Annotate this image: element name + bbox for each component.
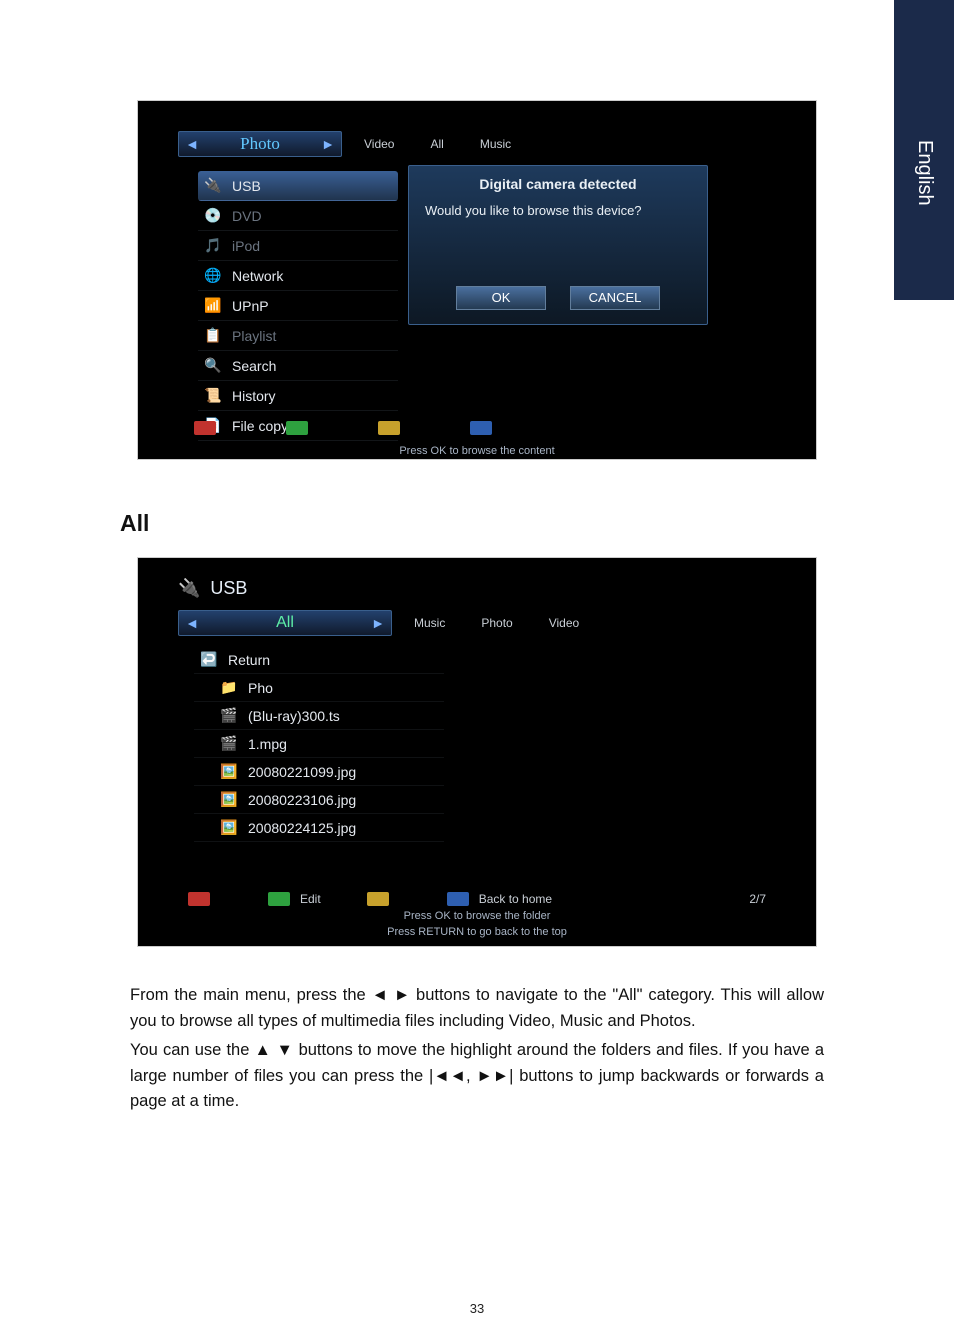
section-heading-all: All [120,510,824,537]
list-item-image[interactable]: 🖼️ 20080221099.jpg [194,758,444,786]
language-tab-label: English [913,140,936,206]
blue-key-icon [447,892,469,906]
history-icon: 📜 [204,387,222,405]
arrow-right-icon[interactable]: ► [315,136,341,152]
selector-option: Photo [467,616,526,630]
yellow-key-icon [367,892,389,906]
return-icon: ↩️ [200,651,218,669]
source-item-history[interactable]: 📜 History [198,381,398,411]
source-item-ipod[interactable]: 🎵 iPod [198,231,398,261]
list-item-image[interactable]: 🖼️ 20080224125.jpg [194,814,444,842]
arrow-left-icon[interactable]: ◄ [179,615,205,631]
breadcrumb: 🔌 USB [178,578,247,599]
red-key-icon [194,421,216,435]
list-item-folder[interactable]: 📁 Pho [194,674,444,702]
hint-text: Press OK to browse the content [138,445,816,457]
screenshot-all-browser: 🔌 USB ◄ All ► Music Photo Video ↩️ Return… [137,557,817,947]
file-list: ↩️ Return 📁 Pho 🎬 (Blu-ray)300.ts 🎬 1.mpg 🖼️… [194,646,444,842]
detection-dialog: Digital camera detected Would you like t… [408,165,708,325]
selector-label: Photo [205,134,315,154]
arrow-left-icon[interactable]: ◄ [179,136,205,152]
list-item-video[interactable]: 🎬 1.mpg [194,730,444,758]
file-label: Pho [248,680,273,696]
paragraph: You can use the ▲ ▼ buttons to move the … [130,1038,824,1115]
source-item-usb[interactable]: 🔌 USB [198,171,398,201]
page-number: 33 [0,1301,954,1316]
source-label: UPnP [232,298,269,314]
search-icon: 🔍 [204,357,222,375]
source-label: DVD [232,208,262,224]
usb-icon: 🔌 [204,177,222,195]
list-item-return[interactable]: ↩️ Return [194,646,444,674]
folder-icon: 📁 [220,679,238,697]
file-label: 20080221099.jpg [248,764,356,780]
ipod-icon: 🎵 [204,237,222,255]
source-item-network[interactable]: 🌐 Network [198,261,398,291]
color-key-row [194,421,492,435]
green-key-label: Edit [300,892,321,906]
paragraph: From the main menu, press the ◄ ► button… [130,983,824,1034]
cancel-button[interactable]: CANCEL [570,286,660,310]
category-selector: ◄ Photo ► Video All Music [178,131,525,157]
selector-option: Video [350,137,408,151]
file-label: 1.mpg [248,736,287,752]
source-label: Search [232,358,276,374]
list-item-video[interactable]: 🎬 (Blu-ray)300.ts [194,702,444,730]
file-label: 20080224125.jpg [248,820,356,836]
selector-option: Music [466,137,525,151]
red-key-icon [188,892,210,906]
hint-text: Press OK to browse the folder Press RETU… [138,909,816,940]
source-label: Network [232,268,283,284]
source-item-upnp[interactable]: 📶 UPnP [198,291,398,321]
source-item-dvd[interactable]: 💿 DVD [198,201,398,231]
source-item-search[interactable]: 🔍 Search [198,351,398,381]
upnp-icon: 📶 [204,297,222,315]
dialog-title: Digital camera detected [425,176,691,192]
screenshot-photo-dialog: ◄ Photo ► Video All Music 🔌 USB 💿 DVD 🎵 iPo… [137,100,817,460]
source-label: USB [232,178,261,194]
video-icon: 🎬 [220,735,238,753]
file-label: (Blu-ray)300.ts [248,708,340,724]
selector-box[interactable]: ◄ All ► [178,610,392,636]
source-label: History [232,388,276,404]
file-label: Return [228,652,270,668]
footer-key-row: Edit Back to home 2/7 [188,892,766,906]
dialog-message: Would you like to browse this device? [425,202,691,220]
image-icon: 🖼️ [220,819,238,837]
source-item-playlist[interactable]: 📋 Playlist [198,321,398,351]
yellow-key-icon [378,421,400,435]
blue-key-icon [470,421,492,435]
source-label: Playlist [232,328,276,344]
selector-box[interactable]: ◄ Photo ► [178,131,342,157]
file-label: 20080223106.jpg [248,792,356,808]
page-counter: 2/7 [749,892,766,906]
green-key-icon [286,421,308,435]
instruction-text: From the main menu, press the ◄ ► button… [130,983,824,1115]
network-icon: 🌐 [204,267,222,285]
selector-option: All [416,137,457,151]
source-list: 🔌 USB 💿 DVD 🎵 iPod 🌐 Network 📶 UPnP 📋 Playlist… [198,171,398,441]
selector-label: All [205,614,365,632]
selector-option: Video [535,616,593,630]
disc-icon: 💿 [204,207,222,225]
usb-icon: 🔌 [178,578,200,599]
ok-button[interactable]: OK [456,286,546,310]
arrow-right-icon[interactable]: ► [365,615,391,631]
language-tab: English [894,0,954,300]
category-selector: ◄ All ► Music Photo Video [178,610,593,636]
image-icon: 🖼️ [220,791,238,809]
image-icon: 🖼️ [220,763,238,781]
breadcrumb-label: USB [210,578,247,599]
video-icon: 🎬 [220,707,238,725]
list-item-image[interactable]: 🖼️ 20080223106.jpg [194,786,444,814]
source-label: iPod [232,238,260,254]
blue-key-label: Back to home [479,892,552,906]
playlist-icon: 📋 [204,327,222,345]
green-key-icon [268,892,290,906]
selector-option: Music [400,616,459,630]
